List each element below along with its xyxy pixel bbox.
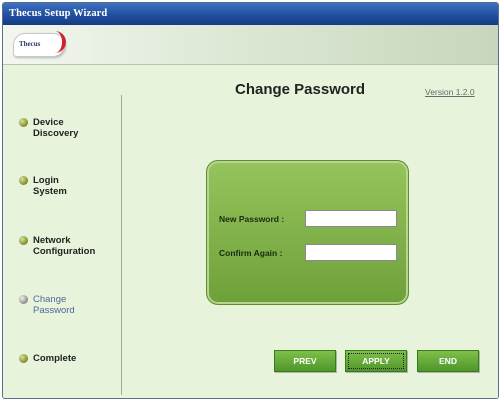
step-label-line1: Device (33, 117, 64, 128)
step-bullet-icon (19, 236, 28, 245)
thecus-logo: Thecus (13, 31, 66, 57)
step-bullet-icon (19, 176, 28, 185)
wizard-content: Device Discovery Login System Network Co… (3, 65, 498, 398)
step-label: Network Configuration (33, 235, 123, 257)
new-password-input[interactable] (305, 210, 397, 227)
logo-text: Thecus (19, 40, 41, 48)
step-label: Complete (33, 353, 123, 364)
logo-swoosh-icon (50, 31, 66, 53)
new-password-label: New Password : (219, 214, 285, 224)
step-bullet-icon (19, 354, 28, 363)
step-bullet-icon (19, 295, 28, 304)
step-label-line1: Login (33, 175, 59, 186)
password-form-panel: New Password : Confirm Again : (206, 160, 409, 305)
version-link[interactable]: Version 1.2.0 (425, 87, 475, 97)
step-label: Device Discovery (33, 117, 123, 139)
prev-button[interactable]: PREV (274, 350, 336, 372)
step-label: Change Password (33, 294, 123, 316)
step-label-line2: System (33, 186, 67, 197)
step-label-line2: Configuration (33, 246, 96, 257)
header-banner: Thecus (3, 25, 498, 65)
apply-button[interactable]: APPLY (345, 350, 407, 372)
step-label-line1: Change (33, 294, 67, 305)
window-title: Thecus Setup Wizard (9, 8, 108, 19)
end-button[interactable]: END (417, 350, 479, 372)
step-bullet-icon (19, 118, 28, 127)
step-label-line2: Password (33, 305, 75, 316)
setup-wizard-window: Thecus Setup Wizard Thecus Device Discov… (2, 2, 499, 399)
page-title: Change Password (235, 81, 366, 98)
window-title-bar: Thecus Setup Wizard (3, 3, 498, 25)
step-label-line2: Discovery (33, 128, 79, 139)
confirm-password-input[interactable] (305, 244, 397, 261)
step-label-line1: Network (33, 235, 71, 246)
step-label-line1: Complete (33, 353, 77, 364)
confirm-password-label: Confirm Again : (219, 248, 283, 258)
step-label: Login System (33, 175, 123, 197)
